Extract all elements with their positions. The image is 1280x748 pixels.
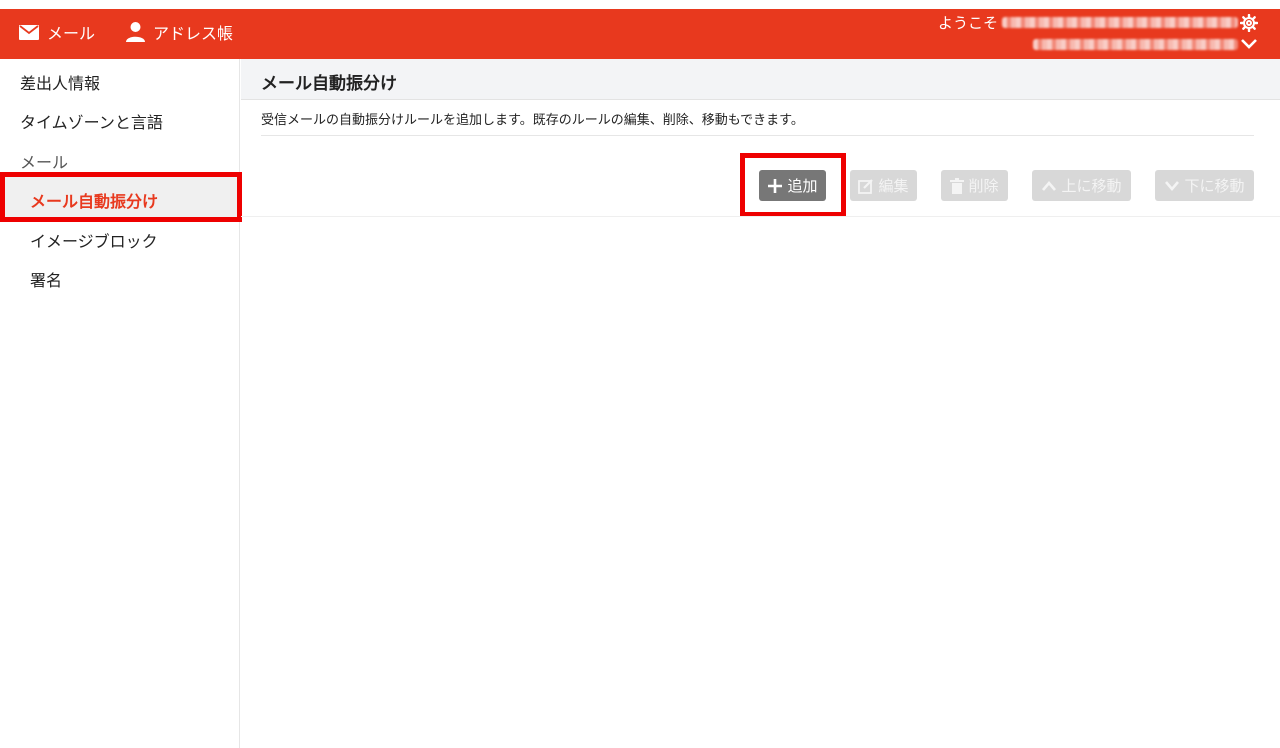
chevron-down-icon[interactable] (1240, 36, 1258, 52)
redacted-username (1002, 16, 1238, 28)
nav-address-book[interactable]: アドレス帳 (126, 9, 233, 55)
settings-sidebar: 差出人情報 タイムゾーンと言語 メール メール自動振分け イメージブロック 署名 (0, 59, 242, 748)
add-button-highlight (740, 153, 846, 217)
page-description: 受信メールの自動振分けルールを追加します。既存のルールの編集、削除、移動もできま… (261, 113, 804, 128)
sidebar-item-auto-filter[interactable]: メール自動振分け (0, 172, 242, 222)
gear-icon[interactable] (1240, 14, 1258, 32)
person-icon (126, 22, 145, 42)
welcome-row: ようこそ (937, 13, 1238, 32)
app-header: メール アドレス帳 ようこそ (0, 9, 1280, 59)
move-up-button-label: 上に移動 (1061, 177, 1122, 195)
sidebar-item-auto-filter-label: メール自動振分け (30, 192, 159, 211)
sidebar-section-mail: メール (20, 153, 69, 172)
sidebar-item-sender-info[interactable]: 差出人情報 (20, 70, 100, 94)
sidebar-item-timezone-language[interactable]: タイムゾーンと言語 (20, 109, 163, 133)
delete-button[interactable]: 削除 (941, 170, 1008, 201)
account-email-row (1033, 35, 1238, 53)
move-up-button[interactable]: 上に移動 (1032, 170, 1131, 201)
chevron-down-icon (1165, 180, 1180, 191)
move-down-button[interactable]: 下に移動 (1155, 170, 1254, 201)
nav-address-label: アドレス帳 (153, 24, 234, 43)
trash-icon (950, 177, 965, 194)
toolbar-divider (241, 216, 1280, 217)
welcome-label: ようこそ (937, 13, 998, 32)
edit-button[interactable]: 編集 (850, 170, 917, 201)
page-title: メール自動振分け (261, 74, 397, 94)
mail-icon (19, 24, 39, 40)
edit-button-label: 編集 (878, 177, 909, 195)
delete-button-label: 削除 (968, 177, 999, 195)
redacted-email (1033, 38, 1238, 50)
main-content: メール自動振分け 受信メールの自動振分けルールを追加します。既存のルールの編集、… (241, 59, 1280, 748)
top-strip (0, 0, 1280, 9)
sidebar-item-signature[interactable]: 署名 (30, 267, 62, 291)
edit-icon (858, 178, 874, 194)
nav-mail-label: メール (47, 24, 96, 43)
sidebar-item-image-block[interactable]: イメージブロック (30, 228, 158, 252)
nav-mail[interactable]: メール (19, 9, 95, 55)
chevron-up-icon (1042, 180, 1057, 191)
main-header: メール自動振分け (241, 59, 1280, 100)
divider (261, 135, 1254, 136)
move-down-button-label: 下に移動 (1184, 177, 1245, 195)
